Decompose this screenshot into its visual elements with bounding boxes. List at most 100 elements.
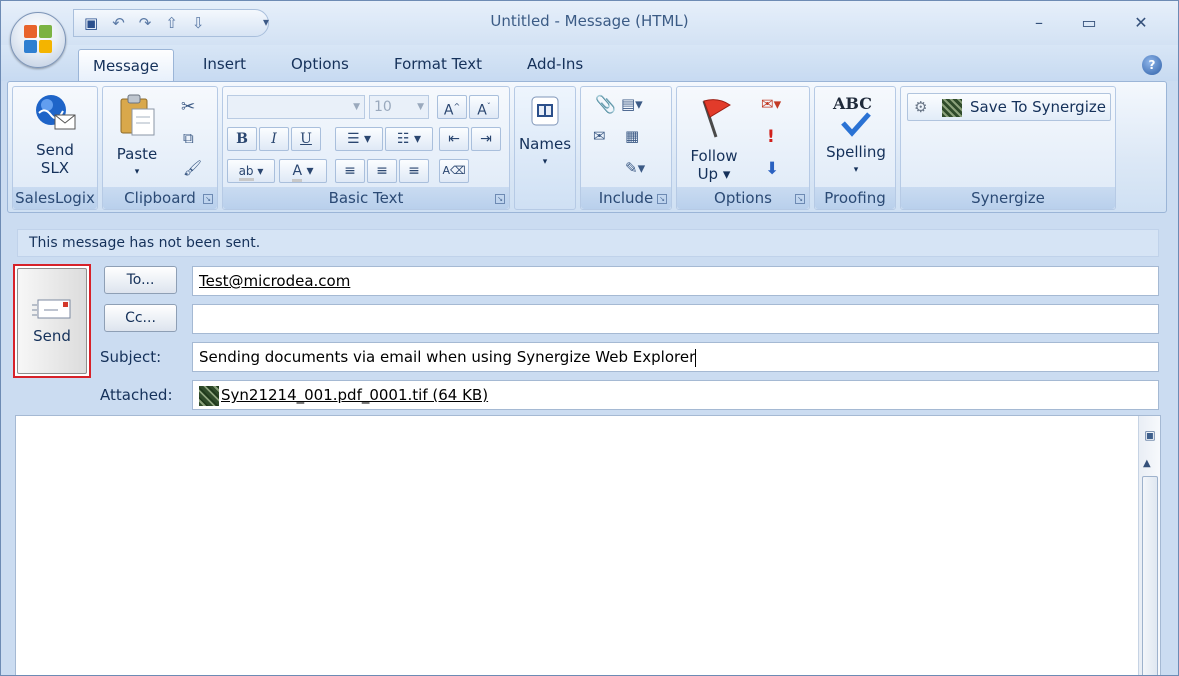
paste-dropdown-icon[interactable]: ▾ <box>113 163 161 181</box>
cut-icon[interactable]: ✂ <box>181 97 195 117</box>
tab-format-text[interactable]: Format Text <box>394 55 482 73</box>
cc-field[interactable] <box>192 304 1159 334</box>
align-right-button[interactable]: ≡ <box>399 159 429 183</box>
group-options: Follow Up ▾ ✉▾ ! ⬇ Options ↘ <box>676 86 810 210</box>
font-size-combo[interactable]: 10 ▼ <box>369 95 429 119</box>
follow-up-button[interactable]: Follow Up ▾ <box>681 95 747 183</box>
business-card-icon[interactable]: ▤▾ <box>621 95 643 113</box>
attachment-link[interactable]: Syn21214_001.pdf_0001.tif (64 KB) <box>221 386 488 404</box>
highlight-button[interactable]: ab ▾ <box>227 159 275 183</box>
title-bar: ▣ ↶ ↷ ⇧ ⇩ ▾ Untitled - Message (HTML) – … <box>1 1 1178 45</box>
office-logo-icon <box>24 25 54 55</box>
clipboard-label: Clipboard <box>124 189 196 207</box>
save-to-synergize-button[interactable]: ⚙ Save To Synergize <box>907 93 1111 121</box>
to-field[interactable]: Test@microdea.com <box>192 266 1159 296</box>
view-ruler-icon[interactable]: ▣ <box>1141 428 1159 448</box>
paste-label: Paste <box>116 145 158 163</box>
high-importance-icon[interactable]: ! <box>767 127 775 147</box>
group-label-proofing: Proofing <box>815 187 895 209</box>
send-slx-label-2: SLX <box>40 159 70 177</box>
follow-up-label-1: Follow <box>690 147 738 165</box>
numbering-button[interactable]: ☷ ▾ <box>385 127 433 151</box>
paste-button[interactable]: Paste ▾ <box>113 93 161 181</box>
permission-icon[interactable]: ✉▾ <box>761 95 781 113</box>
options-launcher-icon[interactable]: ↘ <box>795 194 805 204</box>
address-book-icon <box>531 96 559 126</box>
font-color-button[interactable]: A ▾ <box>279 159 327 183</box>
underline-button[interactable]: U <box>291 127 321 151</box>
subject-label: Subject: <box>100 348 162 366</box>
basic-text-label: Basic Text <box>328 189 404 207</box>
italic-button[interactable]: I <box>259 127 289 151</box>
attach-file-icon[interactable]: 📎 <box>595 95 616 115</box>
attached-field: Syn21214_001.pdf_0001.tif (64 KB) <box>192 380 1159 410</box>
group-label-synergize: Synergize <box>901 187 1115 209</box>
spelling-button[interactable]: ABC Spelling ▾ <box>819 95 893 179</box>
subject-field[interactable]: Sending documents via email when using S… <box>192 342 1159 372</box>
send-slx-button[interactable]: Send SLX <box>19 93 91 177</box>
calendar-icon[interactable]: ▦ <box>625 127 639 145</box>
send-button[interactable]: Send <box>17 268 87 374</box>
to-button[interactable]: To... <box>104 266 177 294</box>
follow-up-label-2: Up ▾ <box>697 165 731 183</box>
group-label-clipboard: Clipboard <box>103 187 217 209</box>
options-label: Options <box>714 189 772 207</box>
maximize-button[interactable]: ▭ <box>1069 11 1109 35</box>
help-icon[interactable]: ? <box>1142 55 1162 75</box>
align-center-button[interactable]: ≡ <box>367 159 397 183</box>
follow-up-label-text: Up <box>697 165 719 183</box>
attach-item-icon[interactable]: ✉ <box>593 127 606 145</box>
group-proofing: ABC Spelling ▾ Proofing <box>814 86 896 210</box>
office-button[interactable] <box>10 12 66 68</box>
copy-icon[interactable]: ⧉ <box>183 129 194 147</box>
font-size-value: 10 <box>374 99 392 115</box>
signature-icon[interactable]: ✎▾ <box>625 159 645 177</box>
attached-label: Attached: <box>100 386 173 404</box>
synergize-logo-icon <box>942 99 962 117</box>
send-envelope-icon <box>32 299 71 319</box>
clipboard-launcher-icon[interactable]: ↘ <box>203 194 213 204</box>
group-saleslogix: Send SLX SalesLogix <box>12 86 98 210</box>
group-basic-text: ▼ 10 ▼ A^ Aˇ B I U ☰ ▾ ☷ ▾ ⇤ ⇥ ab ▾ A ▾ ≡… <box>222 86 510 210</box>
include-label: Include <box>598 189 654 207</box>
spelling-dropdown-icon[interactable]: ▾ <box>819 161 893 179</box>
cc-button[interactable]: Cc... <box>104 304 177 332</box>
tab-insert[interactable]: Insert <box>203 55 246 73</box>
synergize-label: Synergize <box>971 189 1045 207</box>
names-button[interactable]: Names ▾ <box>517 95 573 171</box>
to-recipient[interactable]: Test@microdea.com <box>199 272 350 290</box>
decrease-indent-button[interactable]: ⇤ <box>439 127 469 151</box>
group-label-options: Options <box>677 187 809 209</box>
message-body[interactable]: ▣ ▲ <box>15 415 1161 675</box>
bullets-button[interactable]: ☰ ▾ <box>335 127 383 151</box>
tab-options[interactable]: Options <box>291 55 349 73</box>
names-dropdown-icon: ▾ <box>542 157 548 167</box>
minimize-button[interactable]: – <box>1019 11 1059 35</box>
low-importance-icon[interactable]: ⬇ <box>765 159 779 179</box>
save-to-synergize-label: Save To Synergize <box>970 98 1106 116</box>
include-launcher-icon[interactable]: ↘ <box>657 194 667 204</box>
increase-indent-button[interactable]: ⇥ <box>471 127 501 151</box>
scroll-thumb[interactable] <box>1142 476 1158 675</box>
close-button[interactable]: ✕ <box>1121 11 1161 35</box>
group-names: Names ▾ <box>514 86 576 210</box>
bold-button[interactable]: B <box>227 127 257 151</box>
grow-font-button[interactable]: A^ <box>437 95 467 119</box>
clear-formatting-icon[interactable]: A⌫ <box>439 159 469 183</box>
send-button-highlight: Send <box>13 264 91 378</box>
send-slx-label-1: Send <box>36 141 74 159</box>
group-clipboard: Paste ▾ ✂ ⧉ 🖌 Clipboard ↘ <box>102 86 218 210</box>
format-painter-icon[interactable]: 🖌 <box>183 159 202 177</box>
vertical-scrollbar[interactable]: ▣ ▲ <box>1138 416 1160 675</box>
ribbon-tabs: Message Insert Options Format Text Add-I… <box>1 45 1178 82</box>
subject-text: Sending documents via email when using S… <box>199 348 696 366</box>
shrink-font-button[interactable]: Aˇ <box>469 95 499 119</box>
flag-icon <box>702 99 731 138</box>
tab-add-ins[interactable]: Add-Ins <box>527 55 583 73</box>
globe-mail-icon <box>36 95 76 130</box>
font-name-combo[interactable]: ▼ <box>227 95 365 119</box>
align-left-button[interactable]: ≡ <box>335 159 365 183</box>
tab-message[interactable]: Message <box>78 49 174 82</box>
basic-text-launcher-icon[interactable]: ↘ <box>495 194 505 204</box>
scroll-up-arrow-icon[interactable]: ▲ <box>1143 458 1151 469</box>
